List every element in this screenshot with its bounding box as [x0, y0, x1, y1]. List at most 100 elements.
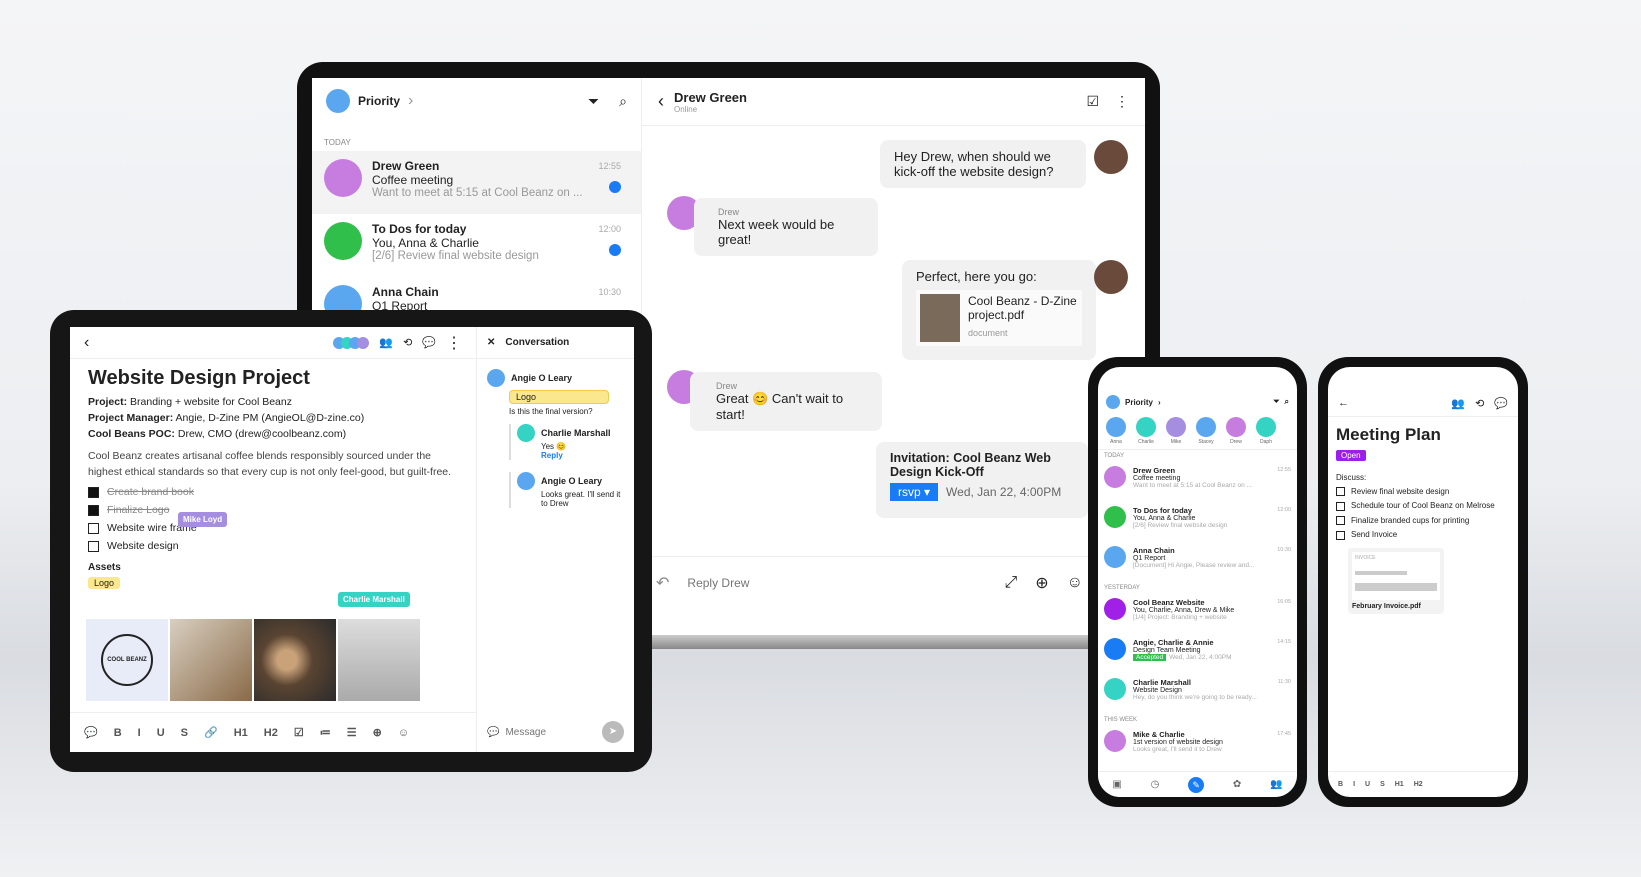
contact-chip[interactable]: Daph — [1256, 417, 1276, 445]
conversation-item[interactable]: To Dos for today You, Anna & Charlie [2/6]… — [1098, 502, 1297, 542]
add-icon[interactable]: ⊕ — [373, 726, 382, 739]
task-checkbox[interactable] — [1336, 516, 1345, 526]
file-attachment[interactable]: Cool Beanz - D-Zine project.pdf document — [916, 290, 1082, 346]
contacts-icon[interactable]: 👥 — [1270, 779, 1282, 790]
more-icon[interactable]: ⋮ — [446, 333, 462, 353]
emoji-icon[interactable]: ☺ — [1067, 574, 1083, 592]
document-title: Website Design Project — [88, 367, 310, 389]
logo-image[interactable]: COOL BEANZ — [101, 634, 153, 686]
checklist-icon[interactable]: ☑ — [294, 726, 304, 739]
conversation-item[interactable]: To Dos for today You, Anna & Charlie [2/6]… — [312, 214, 641, 277]
underline-button[interactable]: U — [1365, 781, 1370, 788]
user-avatar[interactable] — [326, 89, 350, 113]
conversation-item[interactable]: Angie, Charlie & Annie Design Team Meetin… — [1098, 634, 1297, 674]
search-icon[interactable]: ⌕ — [1285, 397, 1289, 407]
send-button[interactable]: ➤ — [602, 721, 624, 743]
asset-image[interactable] — [170, 619, 252, 701]
contact-chip[interactable]: Charlie — [1136, 417, 1156, 445]
format-toolbar: 💬 B I U S 🔗 H1 H2 ☑ ≔ ☰ ⊕ ☺ — [70, 712, 476, 752]
section-label: TODAY — [1104, 453, 1125, 459]
italic-button[interactable]: I — [1353, 781, 1355, 788]
task-checkbox[interactable] — [88, 486, 99, 498]
asset-image[interactable] — [254, 619, 336, 701]
reply-link[interactable]: Reply — [541, 451, 624, 460]
user-avatar[interactable] — [1106, 395, 1120, 409]
comments-icon[interactable]: 💬 — [1494, 397, 1508, 410]
contact-chip[interactable]: Stacey — [1196, 417, 1216, 445]
task-checkbox[interactable] — [1336, 530, 1345, 540]
calendar-check-icon[interactable]: ☑ — [1086, 93, 1099, 110]
conversation-item[interactable]: Drew Green Coffee meeting Want to meet at … — [1098, 462, 1297, 502]
search-icon[interactable]: ⌕ — [619, 93, 627, 110]
comments-icon[interactable]: 💬 — [422, 336, 436, 349]
phone-device: Priority › ⏷ ⌕ Anna Charlie Mike Stacey Drew Da… — [1088, 357, 1307, 807]
strike-button[interactable]: S — [181, 727, 188, 739]
task-checkbox[interactable] — [88, 504, 99, 516]
field-row: Project Manager: Angie, D-Zine PM (Angie… — [88, 412, 365, 424]
italic-button[interactable]: I — [138, 727, 141, 739]
clock-icon[interactable]: ◷ — [1151, 779, 1160, 790]
avatar — [517, 424, 535, 442]
add-icon[interactable]: ⊕ — [1035, 573, 1048, 593]
comment-icon[interactable]: 💬 — [84, 726, 98, 739]
close-icon[interactable]: ✕ — [487, 337, 495, 348]
task-checkbox[interactable] — [88, 522, 99, 534]
message-outgoing: Hey Drew, when should we kick-off the we… — [880, 140, 1086, 188]
members-icon[interactable]: 👥 — [379, 336, 393, 349]
expand-icon[interactable]: ⤢ — [1004, 574, 1017, 592]
filter-title[interactable]: Priority — [1125, 398, 1153, 407]
conversation-item[interactable]: Drew Green Coffee meeting Want to meet at … — [312, 151, 641, 214]
task-item: Finalize branded cups for printing — [1336, 516, 1510, 526]
filter-title[interactable]: Priority — [358, 94, 400, 108]
emoji-icon[interactable]: ☺ — [398, 727, 409, 739]
conversation-item[interactable]: Mike & Charlie 1st version of website des… — [1098, 726, 1297, 766]
underline-button[interactable]: U — [157, 727, 165, 739]
compose-icon[interactable]: ✎ — [1188, 776, 1205, 793]
avatar — [1104, 638, 1126, 660]
filter-icon[interactable]: ⏷ — [1273, 397, 1279, 407]
contact-chip[interactable]: Mike — [1166, 417, 1186, 445]
back-icon[interactable]: ‹ — [658, 91, 664, 112]
contact-chip[interactable]: Anna — [1106, 417, 1126, 445]
task-item: Create brand book — [88, 486, 458, 498]
bold-button[interactable]: B — [114, 727, 122, 739]
h2-button[interactable]: H2 — [264, 727, 278, 739]
asset-image[interactable] — [338, 619, 420, 701]
more-icon[interactable]: ⋮ — [1115, 93, 1129, 110]
unread-dot — [609, 181, 621, 193]
message-input[interactable] — [505, 726, 596, 738]
back-icon[interactable]: ← — [1338, 397, 1349, 410]
strike-button[interactable]: S — [1380, 781, 1385, 788]
contact-chip[interactable]: Drew — [1226, 417, 1246, 445]
conversation-item[interactable]: Cool Beanz Website You, Charlie, Anna, Dr… — [1098, 594, 1297, 634]
rsvp-button[interactable]: rsvp ▾ — [890, 483, 939, 501]
bold-button[interactable]: B — [1338, 781, 1343, 788]
link-icon[interactable]: 🔗 — [204, 726, 218, 739]
task-item: Finalize Logo — [88, 504, 458, 516]
avatar — [517, 472, 535, 490]
reply-input[interactable] — [687, 575, 987, 590]
description: Cool Beanz creates artisanal coffee blen… — [88, 450, 452, 478]
apps-icon[interactable]: ✿ — [1233, 779, 1241, 790]
task-checkbox[interactable] — [88, 540, 99, 552]
inbox-icon[interactable]: ▣ — [1112, 779, 1121, 790]
filter-icon[interactable]: ⏷ — [588, 93, 599, 110]
bullet-list-icon[interactable]: ☰ — [347, 726, 357, 739]
conversation-item[interactable]: Charlie Marshall Website Design Hey, do yo… — [1098, 674, 1297, 714]
numbered-list-icon[interactable]: ≔ — [320, 726, 331, 739]
avatar — [1104, 730, 1126, 752]
back-icon[interactable]: ‹ — [84, 334, 89, 352]
task-checkbox[interactable] — [1336, 501, 1345, 511]
h1-button[interactable]: H1 — [1395, 781, 1404, 788]
task-checkbox[interactable] — [1336, 487, 1345, 497]
avatar — [324, 159, 362, 197]
invoice-attachment[interactable]: INVOICE February Invoice.pdf — [1348, 547, 1444, 614]
item-title: To Dos for today — [372, 222, 467, 236]
conversation-item[interactable]: Anna Chain Q1 Report [Document] Hi Angie, … — [1098, 542, 1297, 582]
reply-icon: ↶ — [656, 574, 670, 592]
history-icon[interactable]: ⟲ — [1475, 397, 1484, 410]
h1-button[interactable]: H1 — [234, 727, 248, 739]
h2-button[interactable]: H2 — [1414, 781, 1423, 788]
history-icon[interactable]: ⟲ — [403, 336, 412, 349]
members-icon[interactable]: 👥 — [1451, 397, 1465, 410]
